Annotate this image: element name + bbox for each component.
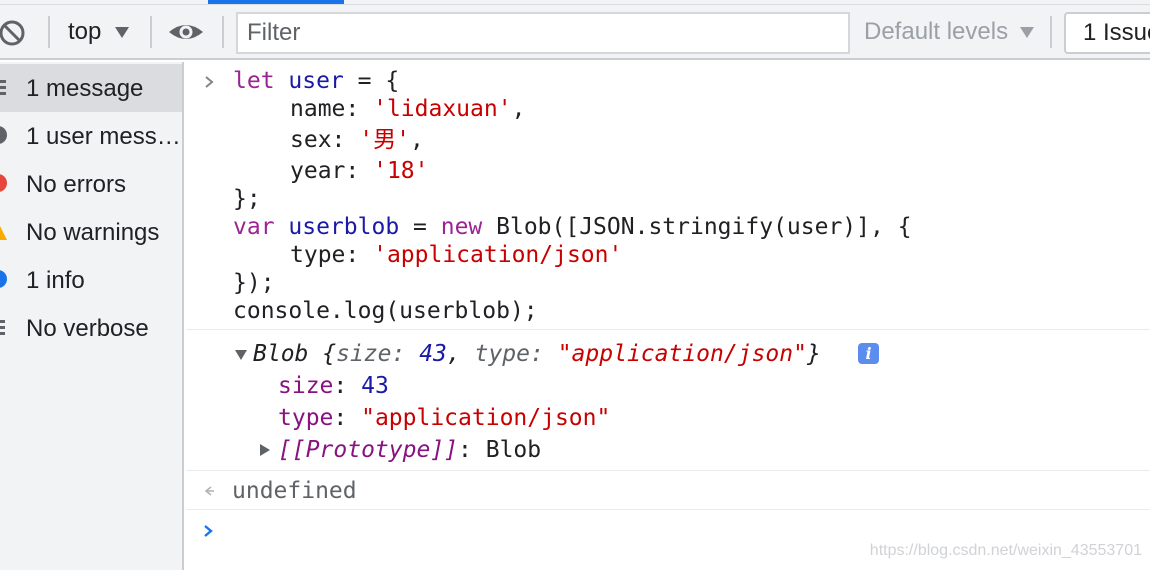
code-line: console.log(userblob); [233, 298, 538, 324]
console-log-message: Blob {size: 43, type: "application/json"… [186, 331, 1150, 471]
user-icon [0, 126, 7, 144]
info-icon [0, 270, 7, 288]
code-line: var userblob = new Blob([JSON.stringify(… [233, 214, 912, 240]
chevron-down-icon [115, 26, 130, 38]
result-value: undefined [232, 478, 357, 504]
sidebar-item-label: 1 message [26, 75, 144, 102]
warning-icon [0, 226, 7, 240]
sidebar-item-label: No verbose [26, 315, 149, 342]
sidebar-item-warnings[interactable]: No warnings [0, 208, 182, 256]
context-selector[interactable]: top [60, 14, 137, 50]
code-line: year: '18' [290, 158, 429, 184]
sidebar-item-label: 1 info [26, 267, 85, 294]
log-levels-label: Default levels [864, 18, 1009, 45]
clear-console-button[interactable] [0, 18, 28, 48]
sidebar-item-label: No warnings [26, 219, 160, 246]
log-levels-dropdown[interactable]: Default levels [864, 14, 1035, 50]
eye-icon [169, 25, 203, 39]
console-messages: let user = { name: 'lidaxuan', sex: '男',… [186, 62, 1150, 570]
code-line: sex: '男', [290, 127, 424, 153]
object-prototype[interactable]: [[Prototype]]: Blob [278, 435, 541, 465]
live-expression-button[interactable] [166, 17, 206, 47]
devtools-console-window: top Default levels 1 Issue [0, 0, 1150, 570]
sidebar-item-user-messages[interactable]: 1 user messages [0, 112, 182, 160]
context-selector-label: top [68, 18, 102, 45]
console-toolbar: top Default levels 1 Issue [0, 0, 1150, 60]
object-summary[interactable]: Blob {size: 43, type: "application/json"… [253, 339, 821, 369]
code-line: }); [233, 270, 275, 296]
code-line: name: 'lidaxuan', [290, 96, 526, 122]
chevron-right-icon [205, 76, 214, 88]
toolbar-separator [1050, 16, 1052, 48]
code-line: }; [233, 186, 261, 212]
code-line: let user = { [233, 68, 400, 94]
expand-triangle-icon[interactable] [260, 444, 270, 456]
sidebar-item-info[interactable]: 1 info [0, 256, 182, 304]
object-property: size: 43 [278, 373, 389, 399]
sidebar-item-label: No errors [26, 171, 127, 198]
clear-console-icon [0, 20, 25, 46]
sidebar-item-messages[interactable]: 1 message [0, 64, 182, 112]
sidebar-item-errors[interactable]: No errors [0, 160, 182, 208]
console-input-message[interactable]: let user = { name: 'lidaxuan', sex: '男',… [186, 62, 1150, 330]
error-icon [0, 174, 7, 192]
code-line: type: 'application/json' [290, 242, 623, 268]
issues-button[interactable]: 1 Issue [1064, 12, 1150, 54]
info-icon[interactable]: i [858, 343, 879, 364]
chevron-down-icon [1020, 26, 1035, 38]
toolbar-separator [48, 16, 50, 48]
toolbar-separator [150, 16, 152, 48]
console-sidebar: 1 message 1 user messages No errors No w… [0, 62, 184, 570]
toolbar-divider [0, 4, 1150, 5]
watermark: https://blog.csdn.net/weixin_43553701 [869, 542, 1142, 559]
console-prompt[interactable] [186, 511, 1150, 570]
toolbar-separator [222, 16, 224, 48]
sidebar-item-verbose[interactable]: No verbose [0, 304, 182, 352]
prompt-chevron-icon [204, 525, 213, 537]
filter-input[interactable] [236, 12, 850, 54]
sidebar-item-label: 1 user messages [26, 123, 182, 150]
object-property: type: "application/json" [278, 405, 611, 431]
issues-label: 1 Issue [1083, 19, 1150, 46]
expand-triangle-icon[interactable] [235, 350, 247, 360]
result-arrow-icon [204, 486, 214, 496]
verbose-icon [0, 320, 5, 335]
list-icon [0, 80, 6, 95]
console-result-message: undefined [186, 472, 1150, 510]
